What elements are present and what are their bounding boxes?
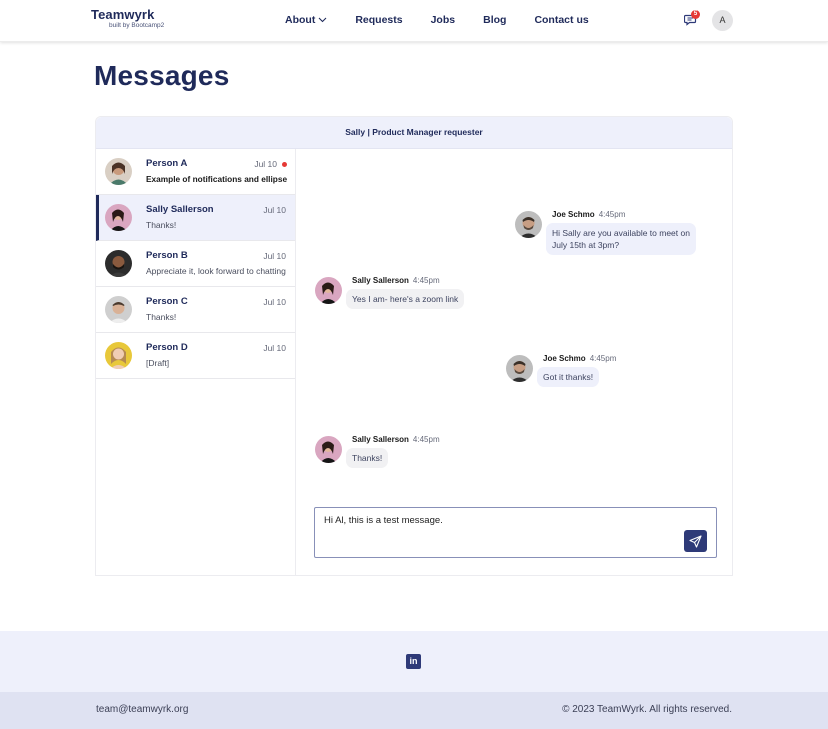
footer-bar: team@teamwyrk.org © 2023 TeamWyrk. All r… [0,692,828,729]
chat-thread: Joe Schmo 4:45pm Hi Sally are you availab… [297,149,733,576]
send-icon [689,534,702,548]
avatar [315,277,342,304]
message-bubble: Hi Sally are you available to meet on Ju… [546,223,696,255]
logo-title: Teamwyrk [91,7,155,22]
conversation-preview: [Draft] [146,358,170,368]
message-text-line: Got it thanks! [543,372,594,382]
conversation-name: Person A [146,158,188,169]
message-text-line: July 15th at 3pm? [552,240,620,250]
nav-jobs[interactable]: Jobs [431,14,456,26]
conversation-date: Jul 10 [263,205,286,215]
conversation-preview: Example of notifications and ellipse [146,174,288,184]
chevron-down-icon [318,14,327,26]
chat-message: Sally Sallerson 4:45pm Yes I am- here's a… [315,276,515,317]
footer-copyright: © 2023 TeamWyrk. All rights reserved. [562,704,732,715]
avatar [105,158,132,185]
nav-about[interactable]: About [285,14,327,26]
avatar [105,204,132,231]
conversation-name: Person B [146,250,188,261]
message-text-line: Thanks! [352,453,383,463]
message-text-line: Yes I am- here's a zoom link [352,294,459,304]
conversation-date: Jul 10 [263,343,286,353]
conversation-item[interactable]: Person A Jul 10 Example of notifications… [96,149,295,195]
message-text-line: Hi Sally are you available to meet on [552,228,690,238]
message-bubble: Thanks! [346,448,389,468]
conversation-name: Person C [146,296,188,307]
avatar [515,211,542,238]
message-time: 4:45pm [412,276,440,285]
logo-subtitle: built by Bootcamp2 [109,22,165,29]
avatar [105,342,132,369]
conversation-item[interactable]: Person C Jul 10 Thanks! [96,287,295,333]
footer-email-link[interactable]: team@teamwyrk.org [96,704,188,715]
nav-contact-us[interactable]: Contact us [534,14,588,26]
messages-panel: Sally | Product Manager requester Person… [95,116,733,576]
conversation-date: Jul 10 [254,159,277,169]
message-sender: Sally Sallerson [352,276,409,285]
logo[interactable]: Teamwyrk built by Bootcamp2 [91,8,164,30]
nav-blog[interactable]: Blog [483,14,506,26]
notifications-button[interactable]: 5 [683,10,700,27]
conversation-date: Jul 10 [263,251,286,261]
conversation-name: Person D [146,342,188,353]
message-sender: Sally Sallerson [352,435,409,444]
message-time: 4:45pm [598,210,626,219]
unread-dot [282,162,287,167]
conversation-preview: Appreciate it, look forward to chatting [146,266,286,276]
message-time: 4:45pm [589,354,617,363]
conversation-list: Person A Jul 10 Example of notifications… [96,149,296,576]
conversation-item-active[interactable]: Sally Sallerson Jul 10 Thanks! [96,195,295,241]
footer-social: in [0,631,828,692]
notification-count-badge: 5 [691,10,700,19]
avatar [315,436,342,463]
conversation-header: Sally | Product Manager requester [96,117,732,149]
avatar [105,250,132,277]
send-button[interactable] [684,530,707,552]
message-sender: Joe Schmo [552,210,595,219]
chat-message: Joe Schmo 4:45pm Got it thanks! [506,354,626,395]
conversation-preview: Thanks! [146,312,177,322]
message-input[interactable] [324,515,684,551]
message-bubble: Got it thanks! [537,367,600,387]
message-composer [314,507,717,558]
main-nav: About Requests Jobs Blog Contact us [285,14,617,26]
top-navbar: Teamwyrk built by Bootcamp2 About Reques… [0,0,828,42]
message-sender: Joe Schmo [543,354,586,363]
chat-message: Sally Sallerson 4:45pm Thanks! [315,435,515,476]
avatar [105,296,132,323]
user-avatar-button[interactable]: A [712,10,733,31]
chat-message: Joe Schmo 4:45pm Hi Sally are you availab… [515,210,715,261]
nav-requests[interactable]: Requests [355,14,402,26]
nav-about-label: About [285,14,316,26]
page-title: Messages [94,60,230,91]
avatar [506,355,533,382]
message-time: 4:45pm [412,435,440,444]
conversation-name: Sally Sallerson [146,204,214,215]
linkedin-icon[interactable]: in [406,654,421,669]
conversation-item[interactable]: Person D Jul 10 [Draft] [96,333,295,379]
message-bubble: Yes I am- here's a zoom link [346,289,465,309]
conversation-item[interactable]: Person B Jul 10 Appreciate it, look forw… [96,241,295,287]
conversation-preview: Thanks! [146,220,177,230]
conversation-date: Jul 10 [263,297,286,307]
